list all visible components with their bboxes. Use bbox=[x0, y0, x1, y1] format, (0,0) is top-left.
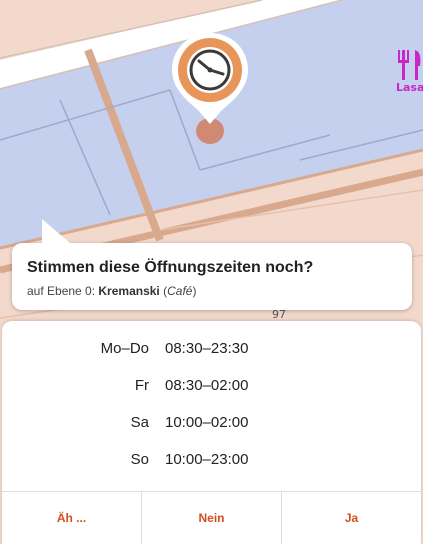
clock-icon bbox=[189, 49, 231, 91]
place-type: Café bbox=[167, 284, 193, 298]
quest-bubble: Stimmen diese Öffnungszeiten noch? auf E… bbox=[12, 219, 412, 310]
hours-days: Mo–Do bbox=[100, 340, 149, 357]
hours-time: 10:00–23:00 bbox=[165, 451, 249, 468]
quest-subtitle: auf Ebene 0: Kremanski (Café) bbox=[27, 283, 397, 299]
opening-hours-row: Fr 08:30–02:00 bbox=[2, 374, 421, 411]
opening-hours-row: Mo–Do 08:30–23:30 bbox=[2, 337, 421, 374]
no-button[interactable]: Nein bbox=[141, 492, 281, 544]
hours-days: Sa bbox=[130, 414, 149, 431]
hours-days: So bbox=[130, 451, 149, 468]
hours-time: 08:30–23:30 bbox=[165, 340, 249, 357]
type-close: ) bbox=[192, 284, 197, 298]
opening-hours-row: So 10:00–23:00 bbox=[2, 448, 421, 485]
answer-card: Mo–Do 08:30–23:30 Fr 08:30–02:00 Sa 10:0… bbox=[2, 321, 421, 544]
yes-button[interactable]: Ja bbox=[281, 492, 421, 544]
place-name: Kremanski bbox=[98, 284, 160, 298]
hours-days: Fr bbox=[134, 377, 149, 394]
bubble-tail bbox=[42, 219, 70, 243]
opening-hours-row: Sa 10:00–02:00 bbox=[2, 411, 421, 448]
other-answers-button[interactable]: Äh ... bbox=[2, 492, 141, 544]
quest-title: Stimmen diese Öffnungszeiten noch? bbox=[27, 259, 314, 276]
hours-time: 08:30–02:00 bbox=[165, 377, 249, 394]
level-prefix: auf Ebene 0: bbox=[27, 284, 99, 298]
answer-buttons: Äh ... Nein Ja bbox=[2, 491, 421, 544]
quest-marker[interactable] bbox=[168, 30, 252, 148]
opening-hours-list: Mo–Do 08:30–23:30 Fr 08:30–02:00 Sa 10:0… bbox=[2, 337, 421, 485]
type-open: ( bbox=[159, 284, 168, 298]
hours-time: 10:00–02:00 bbox=[165, 414, 249, 431]
poi-label: Lasa bbox=[396, 81, 423, 94]
